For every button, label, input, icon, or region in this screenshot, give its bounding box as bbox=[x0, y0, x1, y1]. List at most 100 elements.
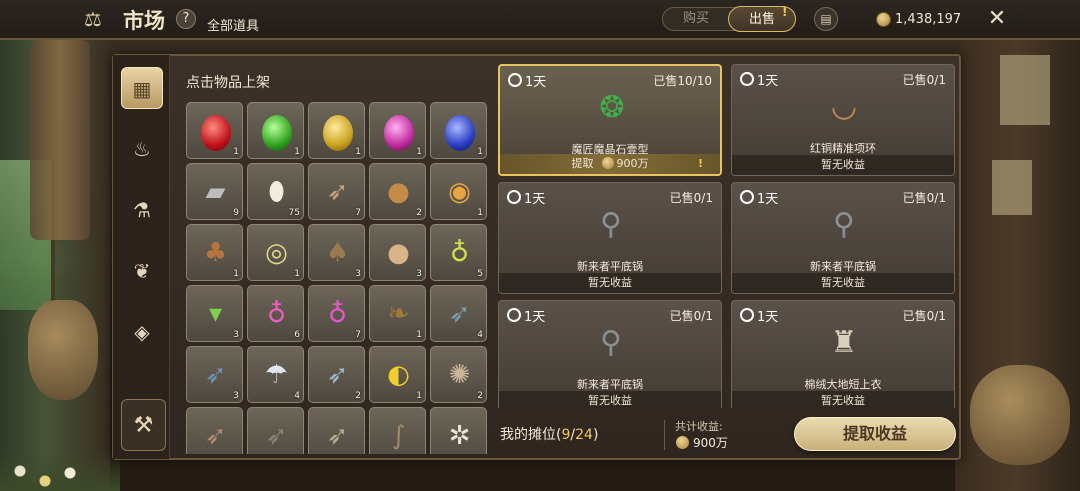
item-quantity: 75 bbox=[288, 208, 300, 218]
inventory-slot[interactable]: ➶ 4 bbox=[430, 285, 487, 342]
alert-icon: ! bbox=[698, 157, 704, 170]
category-crafting[interactable]: ⚒ bbox=[121, 399, 166, 451]
total-earnings-value: 900万 bbox=[693, 436, 728, 450]
listing-item-name: 红铜精准项环 bbox=[810, 142, 876, 155]
category-fish[interactable]: ◈ bbox=[121, 311, 163, 353]
tab-buy[interactable]: 购买 bbox=[666, 7, 726, 31]
listing-card[interactable]: 1天 已售0/1 ⚲ 新来者平底锅 暂无收益 bbox=[731, 182, 955, 294]
listing-status: 暂无收益 bbox=[821, 158, 865, 171]
listing-status: 暂无收益 bbox=[588, 394, 632, 407]
item-quantity: 4 bbox=[294, 391, 300, 401]
inventory-slot[interactable]: ➶ bbox=[247, 407, 304, 454]
inventory-slot[interactable]: ✺ 2 bbox=[430, 346, 487, 403]
inventory-slot[interactable]: 1 bbox=[186, 102, 243, 159]
item-quantity: 1 bbox=[416, 391, 422, 401]
item-quantity: 2 bbox=[355, 391, 361, 401]
inventory-slot[interactable]: 1 bbox=[369, 102, 426, 159]
listing-status-bar[interactable]: 提取 900万 bbox=[500, 154, 720, 174]
stall-capacity: 我的摊位(9/24) bbox=[500, 424, 598, 444]
item-quantity: 1 bbox=[477, 147, 483, 157]
inventory-slot[interactable]: ♣ 1 bbox=[186, 224, 243, 281]
listing-status-bar: 暂无收益 bbox=[732, 273, 954, 293]
inventory-slot[interactable]: ❧ 1 bbox=[369, 285, 426, 342]
help-button[interactable]: ? bbox=[176, 9, 196, 29]
listing-sold-count: 已售0/1 bbox=[902, 309, 946, 323]
records-button[interactable]: ▤ bbox=[814, 7, 838, 31]
eel-icon: ∫ bbox=[391, 421, 406, 451]
listing-sold-count: 已售10/10 bbox=[653, 74, 712, 88]
alert-icon: ! bbox=[782, 5, 788, 19]
inventory-slot[interactable]: ◉ 1 bbox=[430, 163, 487, 220]
poster-decoration bbox=[992, 160, 1032, 215]
listing-status: 提取 bbox=[571, 157, 594, 170]
inventory-slot[interactable]: ♁ 7 bbox=[308, 285, 365, 342]
item-quantity: 3 bbox=[416, 269, 422, 279]
listing-card[interactable]: 1天 已售0/1 ◡ 红铜精准项环 暂无收益 bbox=[731, 64, 955, 176]
inventory-slot[interactable]: ∫ bbox=[369, 407, 426, 454]
inventory-slot[interactable]: ➶ bbox=[186, 407, 243, 454]
item-quantity: 1 bbox=[355, 147, 361, 157]
listing-status: 暂无收益 bbox=[588, 276, 632, 289]
item-quantity: 1 bbox=[416, 330, 422, 340]
listing-card[interactable]: 1天 已售10/10 ❂ 魔匠魔晶石壹型 提取 900万! bbox=[498, 64, 722, 176]
document-icon: ▤ bbox=[820, 12, 832, 26]
category-potions[interactable]: ⚗ bbox=[121, 189, 163, 231]
listing-duration: 1天 bbox=[740, 70, 778, 89]
listing-status-bar: 暂无收益 bbox=[732, 155, 954, 175]
inventory-slot[interactable]: ➶ 7 bbox=[308, 163, 365, 220]
listing-card[interactable]: 1天 已售0/1 ♜ 棉绒大地短上衣 暂无收益 bbox=[731, 300, 955, 408]
listing-card[interactable]: 1天 已售0/1 ⚲ 新来者平底锅 暂无收益 bbox=[498, 182, 722, 294]
inventory-slot[interactable]: ◐ 1 bbox=[369, 346, 426, 403]
inventory-slot[interactable]: ▰ 9 bbox=[186, 163, 243, 220]
inventory-slot[interactable]: ● 3 bbox=[369, 224, 426, 281]
inventory-slot[interactable]: ➶ 2 bbox=[308, 346, 365, 403]
item-quantity: 3 bbox=[233, 391, 239, 401]
tools-icon: ⚒ bbox=[133, 413, 154, 438]
item-quantity: 2 bbox=[416, 208, 422, 218]
sack-decoration bbox=[970, 365, 1070, 465]
listing-item-name: 新来者平底锅 bbox=[810, 260, 876, 273]
close-button[interactable]: ✕ bbox=[984, 6, 1010, 32]
flowers-decoration bbox=[0, 451, 120, 491]
inventory-slot[interactable]: ☂ 4 bbox=[247, 346, 304, 403]
frying-pan-icon: ⚲ bbox=[833, 207, 855, 242]
listing-card[interactable]: 1天 已售0/1 ⚲ 新来者平底锅 暂无收益 bbox=[498, 300, 722, 408]
inventory-slot[interactable]: ✲ bbox=[430, 407, 487, 454]
item-quantity: 6 bbox=[294, 330, 300, 340]
crystal-icon: ❂ bbox=[599, 90, 625, 125]
inventory-slot[interactable]: ♁ 5 bbox=[430, 224, 487, 281]
page-title: 市场 bbox=[123, 8, 165, 33]
category-bags[interactable]: ♨ bbox=[121, 128, 163, 170]
inventory-instruction: 点击物品上架 bbox=[186, 75, 270, 91]
inventory-slot[interactable]: ● 2 bbox=[369, 163, 426, 220]
category-all[interactable]: ▦ bbox=[121, 67, 163, 109]
inventory-slot[interactable]: ♁ 6 bbox=[247, 285, 304, 342]
inventory-slot[interactable]: 1 bbox=[308, 102, 365, 159]
hanging-lantern-decoration bbox=[30, 40, 90, 240]
item-quantity: 1 bbox=[233, 269, 239, 279]
item-quantity: 7 bbox=[355, 208, 361, 218]
trout-icon: ➶ bbox=[204, 421, 227, 451]
item-quantity: 3 bbox=[233, 330, 239, 340]
listing-sold-count: 已售0/1 bbox=[902, 73, 946, 87]
listing-status-bar: 暂无收益 bbox=[499, 391, 721, 408]
frying-pan-icon: ⚲ bbox=[600, 207, 622, 242]
listing-grid: 1天 已售10/10 ❂ 魔匠魔晶石壹型 提取 900万! 1天 已售0/1 ◡ 红铜精准项环 暂无… bbox=[498, 64, 960, 408]
inventory-slot[interactable]: 1 bbox=[430, 102, 487, 159]
listing-status-bar: 暂无收益 bbox=[499, 273, 721, 293]
inventory-slot[interactable]: ⬮ 75 bbox=[247, 163, 304, 220]
stall-total: 24 bbox=[575, 427, 593, 443]
coin-icon bbox=[676, 436, 689, 449]
category-subtitle: 全部道具 bbox=[207, 19, 260, 34]
inventory-slot[interactable]: ▾ 3 bbox=[186, 285, 243, 342]
inventory-slot[interactable]: ➶ bbox=[308, 407, 365, 454]
inventory-slot[interactable]: ➶ 3 bbox=[186, 346, 243, 403]
total-earnings-label: 共计收益: bbox=[675, 420, 723, 433]
inventory-slot[interactable]: ◎ 1 bbox=[247, 224, 304, 281]
category-plants[interactable]: ❦ bbox=[121, 250, 163, 292]
inventory-slot[interactable]: ♠ 3 bbox=[308, 224, 365, 281]
collect-earnings-button[interactable]: 提取收益 bbox=[794, 417, 956, 451]
inventory-slot[interactable]: 1 bbox=[247, 102, 304, 159]
listing-duration: 1天 bbox=[740, 188, 778, 207]
grid-icon: ▦ bbox=[132, 77, 152, 101]
